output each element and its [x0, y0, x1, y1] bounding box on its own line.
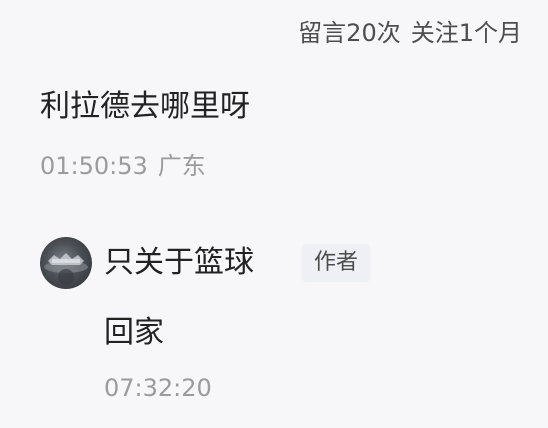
- comment-time: 01:50:53: [40, 152, 148, 180]
- follow-duration: 关注1个月: [410, 19, 522, 47]
- author-avatar-icon[interactable]: [40, 237, 92, 289]
- comment-location: 广东: [157, 152, 206, 180]
- commenter-stats: 留言20次 关注1个月: [298, 16, 522, 50]
- reply-time: 07:32:20: [104, 374, 212, 402]
- comment-meta: 01:50:53 广东: [40, 150, 206, 182]
- comment-count: 留言20次: [298, 19, 401, 47]
- avatar-image: [44, 253, 88, 285]
- comment-thread: 留言20次 关注1个月 利拉德去哪里呀 01:50:53 广东 只关于篮球 作者 回…: [0, 0, 548, 428]
- reply-text: 回家: [104, 315, 164, 350]
- comment-text: 利拉德去哪里呀: [40, 89, 250, 124]
- reply-author-name[interactable]: 只关于篮球: [104, 242, 254, 284]
- author-badge: 作者: [302, 244, 371, 282]
